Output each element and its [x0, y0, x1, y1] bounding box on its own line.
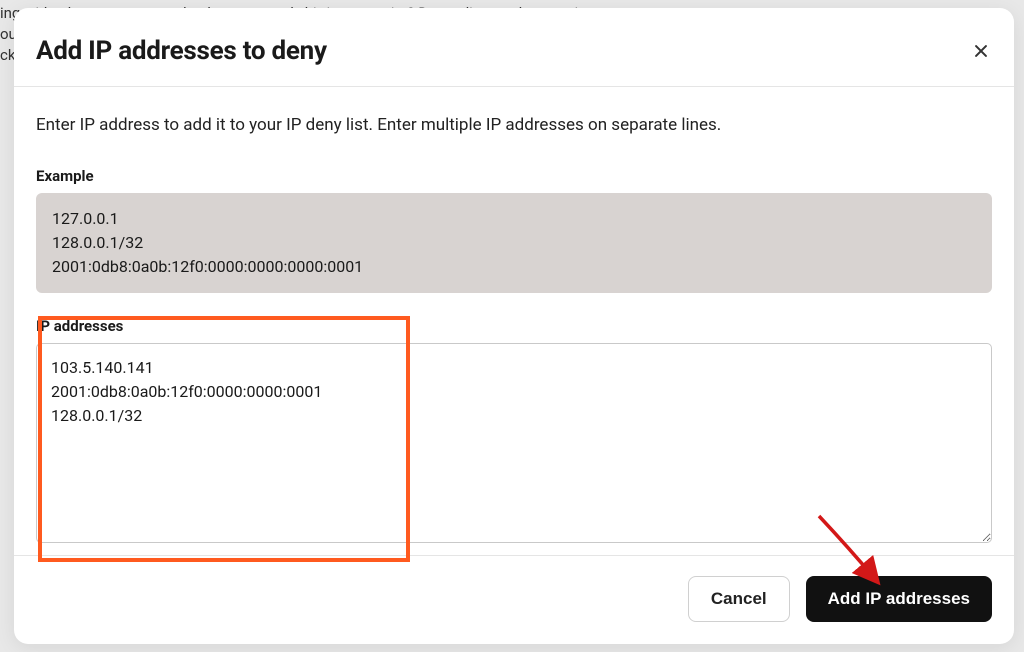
close-icon[interactable] [972, 42, 990, 60]
modal-header: Add IP addresses to deny [14, 8, 1014, 87]
example-label: Example [36, 167, 992, 185]
ip-addresses-input[interactable] [36, 343, 992, 543]
add-ip-deny-modal: Add IP addresses to deny Enter IP addres… [14, 8, 1014, 644]
modal-footer: Cancel Add IP addresses [14, 555, 1014, 644]
ip-addresses-label: IP addresses [36, 317, 992, 335]
modal-title: Add IP addresses to deny [36, 36, 327, 66]
ip-textarea-container [36, 343, 992, 547]
example-box: 127.0.0.1 128.0.0.1/32 2001:0db8:0a0b:12… [36, 193, 992, 293]
instruction-text: Enter IP address to add it to your IP de… [36, 115, 992, 135]
add-ip-addresses-button[interactable]: Add IP addresses [806, 576, 992, 622]
modal-body: Enter IP address to add it to your IP de… [14, 87, 1014, 555]
cancel-button[interactable]: Cancel [688, 576, 790, 622]
